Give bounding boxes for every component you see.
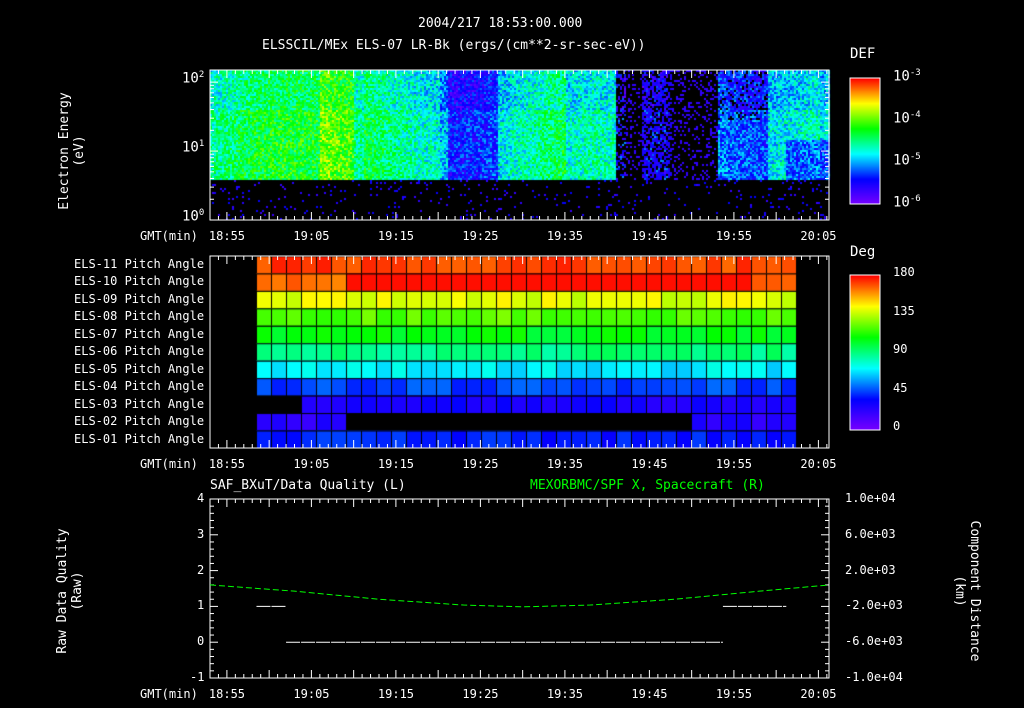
quality-tick-label: 1 [197,598,205,613]
time-tick-label: 19:35 [546,687,584,701]
distance-axis-label: Component Distance (km) [952,520,982,662]
time-tick-label: 19:45 [631,687,668,701]
quality-tick-label: 3 [197,526,205,541]
plot-title: ELSSCIL/MEx ELS-07 LR-Bk (ergs/(cm**2-sr… [262,38,646,53]
deg-colorbar-tick: 45 [893,380,908,395]
time-axis-label: GMT(min) [140,229,198,243]
pitch-row-label: ELS-07 Pitch Angle [74,326,205,341]
time-tick-label: 19:05 [293,229,330,243]
time-tick-label: 19:15 [377,687,415,701]
plot-time: 2004/217 18:53:00.000 [418,16,583,31]
distance-tick-label: 1.0e+04 [845,491,896,505]
panel-frame [209,255,830,449]
deg-colorbar-tick: 180 [893,265,915,279]
def-colorbar-tick: 10-6 [893,194,921,211]
time-tick-label: 19:05 [293,687,330,701]
time-tick-label: 19:25 [462,229,499,243]
energy-tick-label: 100 [182,208,205,225]
pitch-row-label: ELS-01 Pitch Angle [74,431,205,446]
pitch-row-label: ELS-04 Pitch Angle [74,379,205,394]
quality-tick-label: 0 [197,634,205,649]
def-colorbar-tick: 10-3 [893,68,921,85]
time-tick-label: 18:55 [208,457,246,471]
quality-title: SAF_BXuT/Data Quality (L) [210,478,406,493]
time-tick-label: 19:55 [715,687,753,701]
deg-colorbar-label: Deg [850,244,876,260]
time-tick-label: 19:35 [546,229,584,243]
pitch-row-label: ELS-05 Pitch Angle [74,361,205,376]
pitch-row-label: ELS-08 Pitch Angle [74,309,205,324]
time-tick-label: 19:15 [377,229,415,243]
quality-tick-label: 4 [197,491,205,505]
time-tick-label: 19:55 [715,229,753,243]
quality-tick-label: 2 [197,562,205,577]
deg-colorbar-tick: 135 [893,303,915,318]
deg-colorbar [849,274,881,431]
time-tick-label: 19:55 [715,457,753,471]
energy-tick-label: 102 [182,70,205,87]
time-tick-label: 20:05 [800,687,837,701]
pitch-row-label: ELS-06 Pitch Angle [74,344,205,359]
distance-tick-label: -1.0e+04 [845,670,903,684]
deg-colorbar-tick: 90 [893,342,908,356]
energy-axis-label: Electron Energy (eV) [57,92,87,210]
distance-tick-label: 6.0e+03 [845,526,896,541]
distance-tick-label: -2.0e+03 [845,598,903,613]
time-axis-label: GMT(min) [140,457,198,471]
time-tick-label: 19:35 [546,457,584,471]
time-tick-label: 19:05 [293,457,330,471]
pitch-row-label: ELS-11 Pitch Angle [74,257,205,271]
deg-colorbar-tick: 0 [893,419,901,433]
time-tick-label: 19:25 [462,687,499,701]
quality-tick-label: -1 [190,670,205,684]
time-axis-label: GMT(min) [140,687,198,701]
time-tick-label: 19:25 [462,457,499,471]
energy-tick-label: 101 [182,139,205,156]
time-tick-label: 19:45 [631,457,668,471]
time-tick-label: 19:45 [631,229,668,243]
time-tick-label: 19:15 [377,457,415,471]
time-tick-label: 18:55 [208,229,246,243]
panel-frame [209,498,830,679]
def-colorbar [849,77,881,205]
quality-axis-label: Raw Data Quality (Raw) [55,528,85,654]
pitch-row-label: ELS-03 Pitch Angle [74,396,205,411]
time-tick-label: 20:05 [800,229,837,243]
spf-x-line [209,584,830,608]
pitch-row-label: ELS-09 Pitch Angle [74,291,205,306]
pitch-row-label: ELS-02 Pitch Angle [74,414,205,429]
spf-title: MEXORBMC/SPF X, Spacecraft (R) [530,478,765,493]
def-colorbar-tick: 10-4 [893,110,921,127]
distance-tick-label: -6.0e+03 [845,634,903,649]
pitch-row-label: ELS-10 Pitch Angle [74,274,205,289]
def-colorbar-label: DEF [850,46,876,62]
time-tick-label: 18:55 [208,687,246,701]
panel-frame [209,69,830,221]
def-colorbar-tick: 10-5 [893,152,921,169]
time-tick-label: 20:05 [800,457,837,471]
distance-tick-label: 2.0e+03 [845,562,896,577]
